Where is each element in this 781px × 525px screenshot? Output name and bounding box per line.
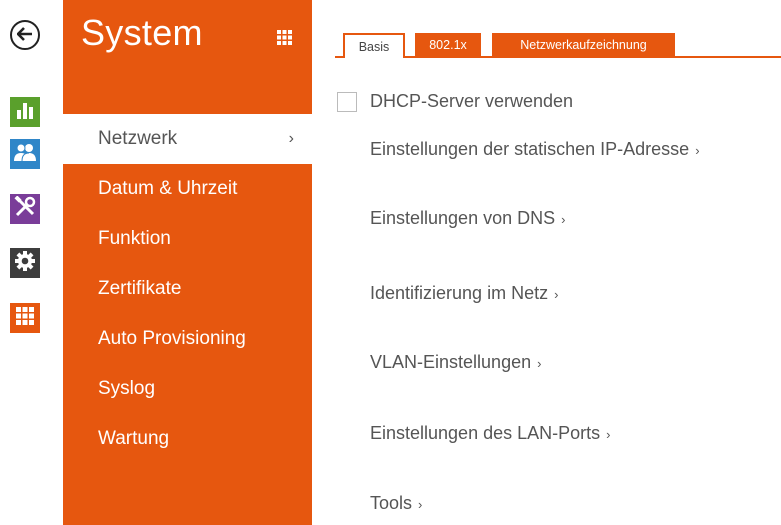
nav-item-label: Datum & Uhrzeit (98, 178, 238, 199)
nav-item-funktion[interactable]: Funktion (63, 214, 312, 264)
chevron-right-icon: › (606, 427, 611, 442)
tab-netzwerkaufzeichnung[interactable]: Netzwerkaufzeichnung (492, 33, 675, 56)
link-label: Identifizierung im Netz (370, 283, 549, 303)
gear-icon (14, 250, 36, 276)
users-icon (13, 142, 37, 166)
page-title: System (81, 12, 203, 53)
rail-services-button[interactable] (10, 303, 40, 333)
rail-hardware-button[interactable] (10, 194, 40, 224)
tools-icon (14, 195, 36, 222)
tab-8021x[interactable]: 802.1x (415, 33, 481, 56)
dhcp-server-label: DHCP-Server verwenden (370, 91, 574, 111)
grid-icon[interactable] (277, 30, 292, 49)
grid-icon (16, 307, 34, 329)
vlan-settings-link[interactable]: VLAN-Einstellungen › (370, 352, 541, 373)
network-identification-link[interactable]: Identifizierung im Netz › (370, 283, 558, 304)
chevron-right-icon: › (554, 287, 559, 302)
nav-item-datum-uhrzeit[interactable]: Datum & Uhrzeit (63, 164, 312, 214)
link-label: Einstellungen des LAN-Ports (370, 423, 601, 443)
chevron-right-icon: › (537, 356, 542, 371)
dhcp-server-option[interactable]: DHCP-Server verwenden (337, 91, 573, 112)
nav-item-label: Funktion (98, 228, 171, 249)
link-label: Tools (370, 493, 413, 513)
link-label: Einstellungen von DNS (370, 208, 556, 228)
dhcp-server-checkbox[interactable] (337, 91, 357, 112)
nav-item-label: Syslog (98, 378, 156, 399)
tab-basis[interactable]: Basis (343, 33, 405, 58)
rail-directory-button[interactable] (10, 139, 40, 169)
chevron-right-icon: › (288, 130, 294, 147)
link-label: VLAN-Einstellungen (370, 352, 532, 372)
chevron-right-icon: › (695, 143, 700, 158)
dns-settings-link[interactable]: Einstellungen von DNS › (370, 208, 565, 229)
nav-item-label: Netzwerk (98, 128, 178, 149)
nav-item-label: Zertifikate (98, 278, 182, 299)
rail-statistics-button[interactable] (10, 97, 40, 127)
nav-item-zertifikate[interactable]: Zertifikate (63, 264, 312, 314)
section-panel: System Netzwerk › Datum & Uhrzeit Funkti… (63, 0, 312, 525)
nav-item-netzwerk[interactable]: Netzwerk › (63, 114, 312, 164)
chart-icon (15, 101, 35, 123)
static-ip-settings-link[interactable]: Einstellungen der statischen IP-Adresse › (370, 139, 700, 160)
section-nav: Netzwerk › Datum & Uhrzeit Funktion Zert… (63, 114, 312, 464)
nav-item-syslog[interactable]: Syslog (63, 364, 312, 414)
link-label: Einstellungen der statischen IP-Adresse (370, 139, 690, 159)
nav-item-wartung[interactable]: Wartung (63, 414, 312, 464)
chevron-right-icon: › (561, 212, 566, 227)
tools-link[interactable]: Tools › (370, 493, 422, 514)
lan-port-settings-link[interactable]: Einstellungen des LAN-Ports › (370, 423, 610, 444)
tab-bar: Basis 802.1x Netzwerkaufzeichnung (335, 30, 781, 58)
back-arrow-icon (16, 26, 33, 45)
back-button[interactable] (10, 20, 40, 50)
rail-system-button[interactable] (10, 248, 40, 278)
nav-item-label: Auto Provisioning (98, 328, 246, 349)
nav-item-label: Wartung (98, 428, 170, 449)
chevron-right-icon: › (418, 497, 423, 512)
nav-item-auto-provisioning[interactable]: Auto Provisioning (63, 314, 312, 364)
